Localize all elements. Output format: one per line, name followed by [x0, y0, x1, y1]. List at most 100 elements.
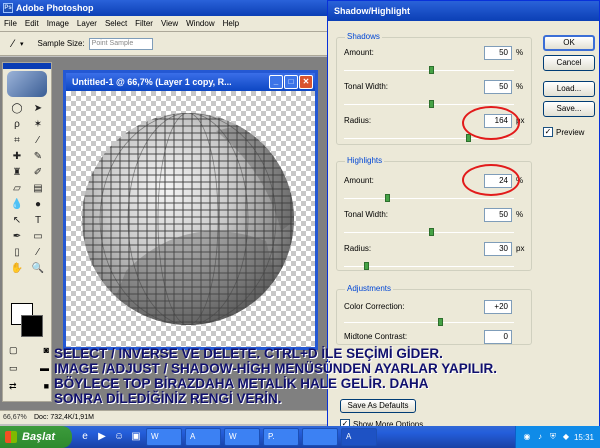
media-player-icon[interactable]: ▶ — [95, 430, 109, 444]
blur-tool-icon[interactable]: 💧 — [7, 197, 27, 212]
healing-brush-tool-icon[interactable]: ✚ — [7, 149, 27, 164]
highlights-tonal-width-slider[interactable] — [344, 228, 514, 236]
hand-tool-icon[interactable]: ✋ — [7, 261, 27, 276]
menu-layer[interactable]: Layer — [77, 19, 97, 28]
messenger-icon[interactable]: ☺ — [112, 430, 126, 444]
menu-file[interactable]: File — [4, 19, 17, 28]
shadows-amount-field[interactable]: 50 — [484, 46, 512, 60]
crop-tool-icon[interactable]: ⌗ — [7, 133, 27, 148]
ie-icon[interactable]: e — [78, 430, 92, 444]
screen-mode-full-icon[interactable]: ▬ — [40, 363, 49, 374]
dodge-tool-icon[interactable]: ● — [28, 197, 48, 212]
menu-edit[interactable]: Edit — [25, 19, 39, 28]
tutorial-caption: SELECT / INVERSE VE DELETE. CTRL+D İLE S… — [54, 346, 598, 406]
color-correction-field[interactable]: +20 — [484, 300, 512, 314]
slice-tool-icon[interactable]: ⁄ — [28, 133, 48, 148]
magic-wand-tool-icon[interactable]: ✶ — [28, 117, 48, 132]
shadows-tonal-width-field[interactable]: 50 — [484, 80, 512, 94]
close-icon[interactable]: ✕ — [299, 75, 313, 89]
menu-help[interactable]: Help — [223, 19, 239, 28]
quick-launch: e ▶ ☺ ▣ — [78, 430, 143, 444]
caption-line-3: BÖYLECE TOP BİRAZDAHA METALİK HALE GELİR… — [54, 376, 429, 391]
network-icon[interactable]: ◉ — [522, 432, 532, 442]
menu-image[interactable]: Image — [47, 19, 69, 28]
highlights-radius-field[interactable]: 30 — [484, 242, 512, 256]
highlights-group-label: Highlights — [345, 156, 385, 165]
shadows-amount-slider[interactable] — [344, 66, 514, 74]
sample-size-select[interactable]: Point Sample — [88, 37, 153, 50]
history-brush-tool-icon[interactable]: ✐ — [28, 165, 48, 180]
quick-mask-icon[interactable]: ◙ — [44, 345, 49, 356]
background-color-swatch[interactable] — [21, 315, 43, 337]
document-titlebar[interactable]: Untitled-1 @ 66,7% (Layer 1 copy, R... _… — [66, 73, 315, 91]
shadows-amount-thumb[interactable] — [429, 66, 434, 74]
taskbar-item[interactable]: W — [146, 428, 182, 446]
clone-stamp-tool-icon[interactable]: ♜ — [7, 165, 27, 180]
adjustments-group: Adjustments Color Correction: +20 Midton… — [336, 284, 532, 345]
notes-tool-icon[interactable]: ▯ — [7, 245, 27, 260]
dialog-title[interactable]: Shadow/Highlight — [328, 1, 599, 21]
highlights-amount-slider[interactable] — [344, 194, 514, 202]
taskbar-item[interactable]: P. — [263, 428, 299, 446]
load-button[interactable]: Load... — [543, 81, 595, 97]
cancel-button[interactable]: Cancel — [543, 55, 595, 71]
taskbar-item-active[interactable]: A — [341, 428, 377, 446]
marquee-tool-icon[interactable]: ◯ — [7, 101, 27, 116]
screen-mode-standard-icon[interactable]: ▭ — [9, 363, 18, 374]
taskbar-item[interactable] — [302, 428, 338, 446]
shape-tool-icon[interactable]: ▭ — [28, 229, 48, 244]
tool-preset-chevron-icon[interactable]: ▾ — [20, 40, 24, 48]
color-correction-label: Color Correction: — [344, 302, 405, 311]
full-screen-icon[interactable]: ■ — [44, 381, 49, 392]
adobe-feather-icon[interactable] — [7, 71, 47, 97]
menu-window[interactable]: Window — [186, 19, 214, 28]
shadows-tonal-width-thumb[interactable] — [429, 100, 434, 108]
midtone-contrast-label: Midtone Contrast: — [344, 332, 408, 341]
document-window: Untitled-1 @ 66,7% (Layer 1 copy, R... _… — [63, 70, 318, 350]
adjustments-group-label: Adjustments — [345, 284, 394, 293]
maximize-icon[interactable]: □ — [284, 75, 298, 89]
eraser-tool-icon[interactable]: ▱ — [7, 181, 27, 196]
color-correction-slider[interactable] — [344, 318, 514, 326]
ok-button[interactable]: OK — [543, 35, 595, 51]
menu-select[interactable]: Select — [105, 19, 127, 28]
minimize-icon[interactable]: _ — [269, 75, 283, 89]
save-button[interactable]: Save... — [543, 101, 595, 117]
path-selection-tool-icon[interactable]: ↖ — [7, 213, 27, 228]
pen-tool-icon[interactable]: ✒ — [7, 229, 27, 244]
brush-tool-icon[interactable]: ✎ — [28, 149, 48, 164]
preview-option[interactable]: ✓ Preview — [543, 127, 584, 137]
zoom-tool-icon[interactable]: 🔍 — [28, 261, 48, 276]
gradient-tool-icon[interactable]: ▤ — [28, 181, 48, 196]
preview-checkbox[interactable]: ✓ — [543, 127, 553, 137]
tools-palette: ◯ ➤ ρ ✶ ⌗ ⁄ ✚ ✎ ♜ ✐ ▱ ▤ 💧 ● ↖ T ✒ ▭ ▯ ⁄ … — [2, 62, 52, 402]
lasso-tool-icon[interactable]: ρ — [7, 117, 27, 132]
start-button[interactable]: Başlat — [0, 426, 72, 448]
tools-palette-header[interactable] — [3, 63, 51, 69]
taskbar-item[interactable]: A — [185, 428, 221, 446]
antivirus-icon[interactable]: ◆ — [561, 432, 571, 442]
highlights-tonal-width-unit: % — [516, 210, 524, 219]
menu-filter[interactable]: Filter — [135, 19, 153, 28]
zoom-level[interactable]: 66,67% — [0, 414, 30, 421]
midtone-contrast-field[interactable]: 0 — [484, 330, 512, 344]
eyedropper-tool-icon[interactable]: ⁄ — [6, 37, 20, 51]
move-tool-icon[interactable]: ➤ — [28, 101, 48, 116]
highlights-radius-slider[interactable] — [344, 262, 514, 270]
taskbar-item[interactable]: W — [224, 428, 260, 446]
type-tool-icon[interactable]: T — [28, 213, 48, 228]
color-correction-thumb[interactable] — [437, 318, 443, 326]
shadows-tonal-width-slider[interactable] — [344, 100, 514, 108]
menu-view[interactable]: View — [161, 19, 178, 28]
highlights-tonal-width-thumb[interactable] — [429, 228, 434, 236]
volume-icon[interactable]: ♪ — [535, 432, 545, 442]
jump-to-imageready-icon[interactable]: ⇄ — [9, 381, 17, 392]
document-canvas[interactable] — [66, 91, 315, 347]
highlights-radius-thumb[interactable] — [364, 262, 370, 270]
desktop-icon[interactable]: ▣ — [129, 430, 143, 444]
standard-mode-icon[interactable]: ▢ — [9, 345, 18, 356]
security-icon[interactable]: ⛨ — [548, 432, 558, 442]
highlights-tonal-width-field[interactable]: 50 — [484, 208, 512, 222]
eyedropper-tool-icon[interactable]: ⁄ — [28, 245, 48, 260]
highlights-amount-thumb[interactable] — [384, 194, 390, 202]
